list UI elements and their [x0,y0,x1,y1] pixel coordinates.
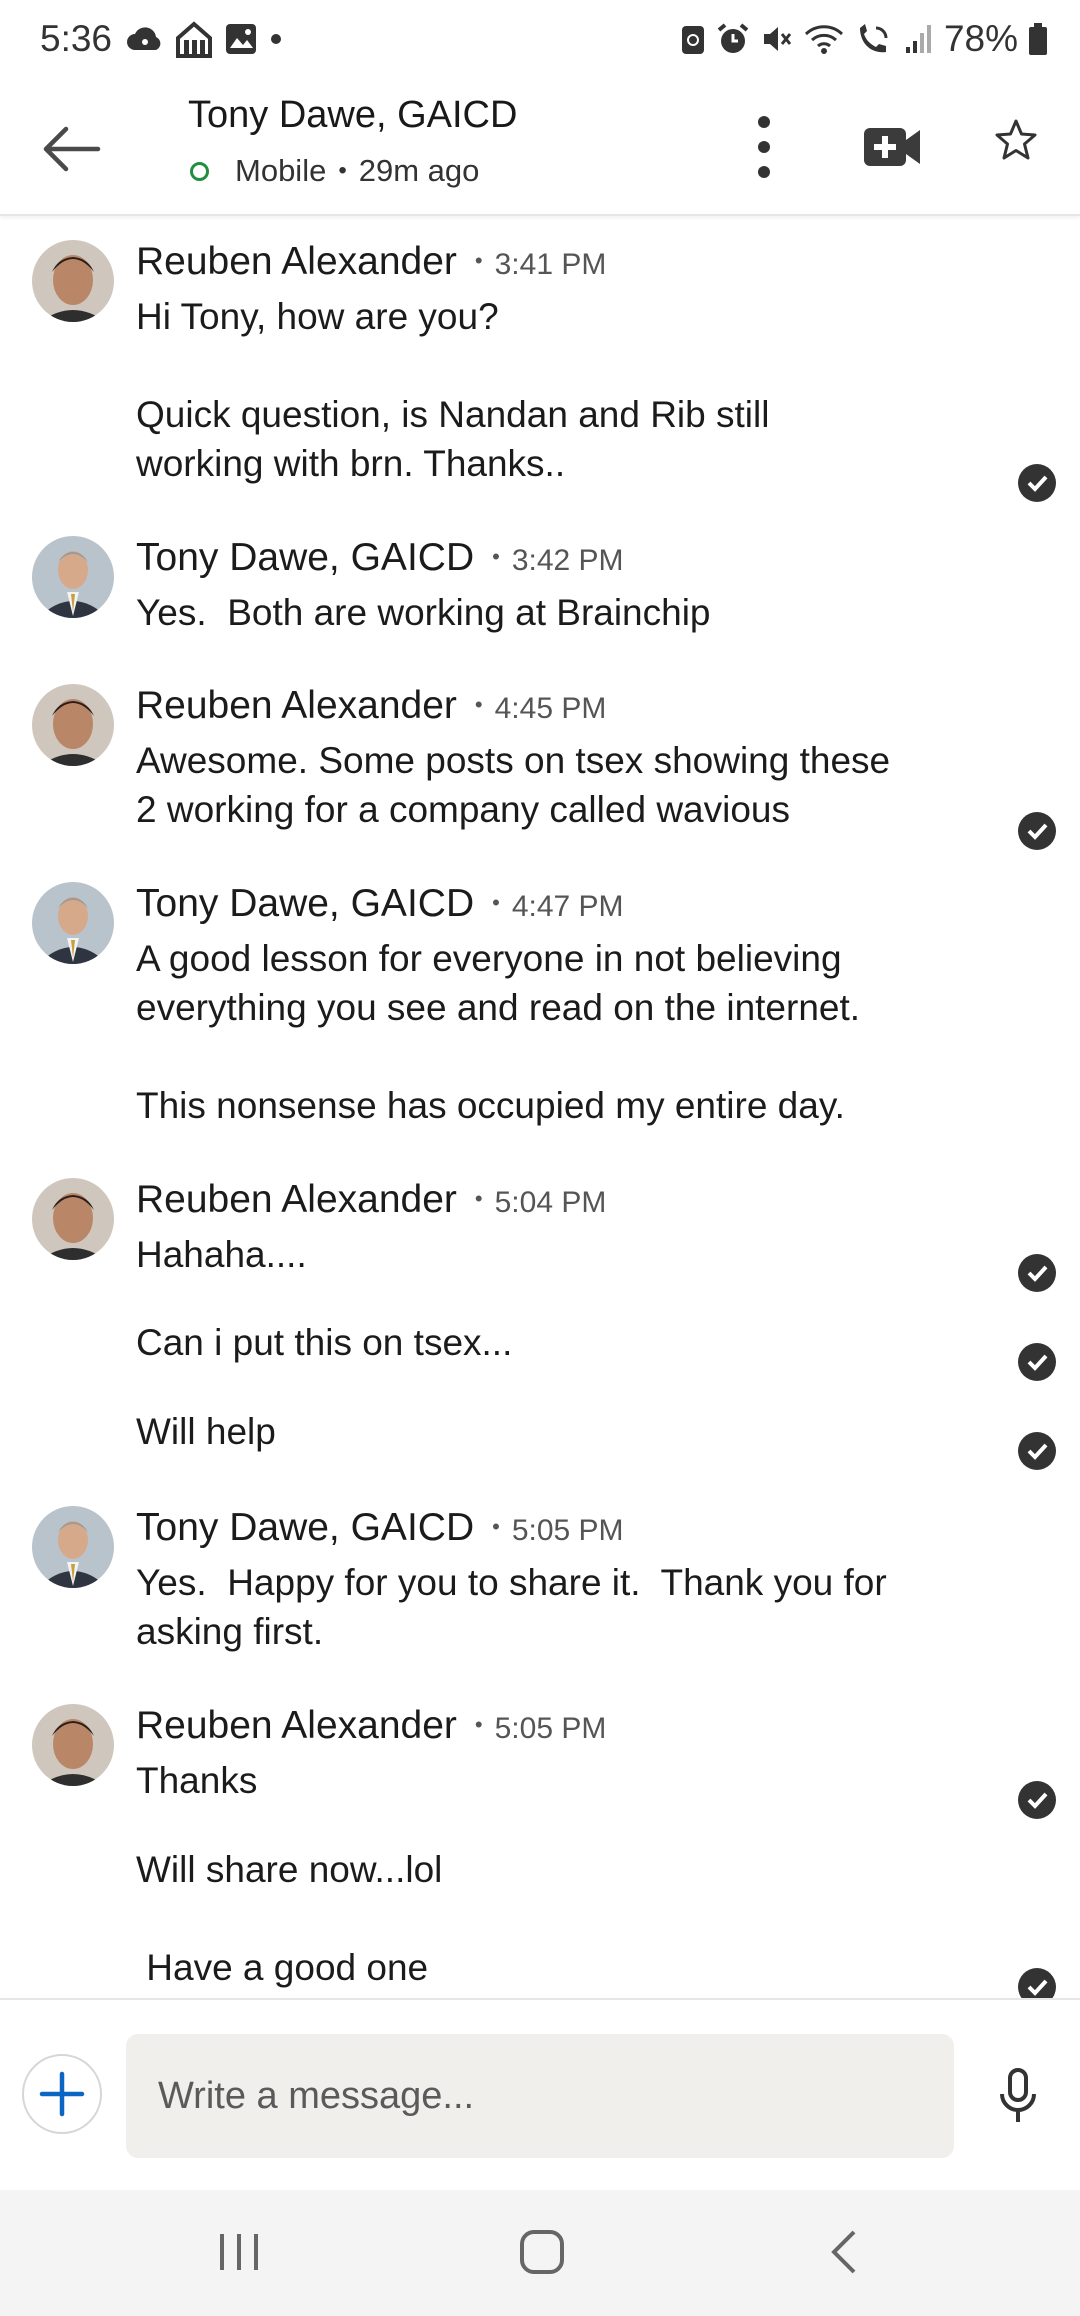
home-network-icon [176,21,212,58]
sender-name[interactable]: Reuben Alexander [136,1178,457,1222]
wifi-calling-icon [859,24,888,53]
message-text: Yes. Both are working at Brainchip [136,592,711,633]
attach-button[interactable] [22,2054,102,2134]
video-call-button[interactable] [862,120,924,174]
message-time: 4:47 PM [511,890,624,923]
message-composer [0,1998,1080,2192]
message-text: Will share now...lol [136,1849,443,1890]
video-plus-icon [864,128,920,166]
presence-label: Mobile [235,153,327,188]
recent-apps-icon [220,2234,258,2270]
presence-separator: • [338,157,347,184]
message-time: 5:05 PM [511,1514,624,1547]
avatar[interactable] [32,1506,114,1588]
message-list[interactable]: Reuben Alexander • 3:41 PM Hi Tony, how … [0,216,1080,1998]
microphone-icon [1000,2068,1036,2122]
message-time: 3:42 PM [511,544,624,577]
sender-name[interactable]: Reuben Alexander [136,684,457,728]
alarm-icon [717,23,749,53]
message-text: Hahaha.... [136,1234,307,1275]
time-separator: • [474,692,483,717]
message-text: Have a good one [136,1947,429,1988]
recent-apps-button[interactable] [214,2224,264,2280]
sender-name[interactable]: Tony Dawe, GAICD [136,882,474,926]
message-time: 5:04 PM [494,1186,607,1219]
sender-name[interactable]: Tony Dawe, GAICD [136,536,474,580]
home-button[interactable] [514,2224,570,2280]
time-separator: • [474,1186,483,1211]
read-receipt-icon [1018,464,1056,502]
mute-icon [763,27,792,51]
sender-name[interactable]: Reuben Alexander [136,1704,457,1748]
read-receipt-icon [1018,1781,1056,1819]
message-text: Yes. Happy for you to share it. Thank yo… [136,1562,887,1652]
conversation-header: Tony Dawe, GAICD Mobile • 29m ago [0,80,1080,216]
avatar[interactable] [32,882,114,964]
system-nav-bar [0,2190,1080,2316]
star-button[interactable] [994,118,1038,162]
read-receipt-icon [1018,1254,1056,1292]
message-input[interactable] [126,2034,954,2158]
plus-icon [39,2071,85,2117]
online-indicator-icon [190,161,209,181]
arrow-left-icon [43,126,101,172]
message-time: 5:05 PM [494,1712,607,1745]
status-bar: 5:36 78% [0,0,1080,80]
back-button[interactable] [36,114,106,184]
message-text: Awesome. Some posts on tsex showing thes… [136,740,891,830]
chevron-left-icon [831,2230,856,2274]
wifi-icon [804,25,843,54]
star-icon [995,119,1037,160]
message-text: Hi Tony, how are you? Quick question, is… [136,296,770,484]
gallery-icon [226,24,256,54]
system-back-button[interactable] [822,2224,866,2280]
signal-icon [905,25,931,53]
time-separator: • [492,1514,500,1539]
avatar[interactable] [32,536,114,618]
message-text: Can i put this on tsex... [136,1322,513,1363]
avatar[interactable] [32,240,114,322]
time-separator: • [474,248,483,273]
avatar[interactable] [32,1178,114,1260]
message-text: A good lesson for everyone in not believ… [136,938,861,1126]
voice-message-button[interactable] [994,2066,1042,2126]
home-square-icon [520,2230,564,2274]
status-time: 5:36 [40,18,113,59]
avatar[interactable] [32,1704,114,1786]
last-seen: 29m ago [358,153,480,188]
message-text: Will help [136,1411,276,1452]
battery-percent: 78% [943,18,1018,59]
dot-icon [271,34,281,44]
more-options-button[interactable] [744,108,784,186]
avatar[interactable] [32,684,114,766]
read-receipt-icon [1018,1432,1056,1470]
cloud-icon [127,27,161,50]
message-time: 3:41 PM [494,248,607,281]
kebab-menu-icon [758,116,770,178]
time-separator: • [474,1712,483,1737]
sender-name[interactable]: Reuben Alexander [136,240,457,284]
read-receipt-icon [1018,1343,1056,1381]
message-time: 4:45 PM [494,692,607,725]
time-separator: • [492,890,500,915]
read-receipt-icon [1018,1968,1056,1998]
battery-icon [1029,23,1047,55]
message-text: Thanks [136,1760,258,1801]
nfc-icon [681,26,704,54]
time-separator: • [492,544,500,569]
sender-name[interactable]: Tony Dawe, GAICD [136,1506,474,1550]
contact-name[interactable]: Tony Dawe, GAICD [188,94,517,137]
read-receipt-icon [1018,812,1056,850]
presence-status: Mobile • 29m ago [188,153,479,189]
